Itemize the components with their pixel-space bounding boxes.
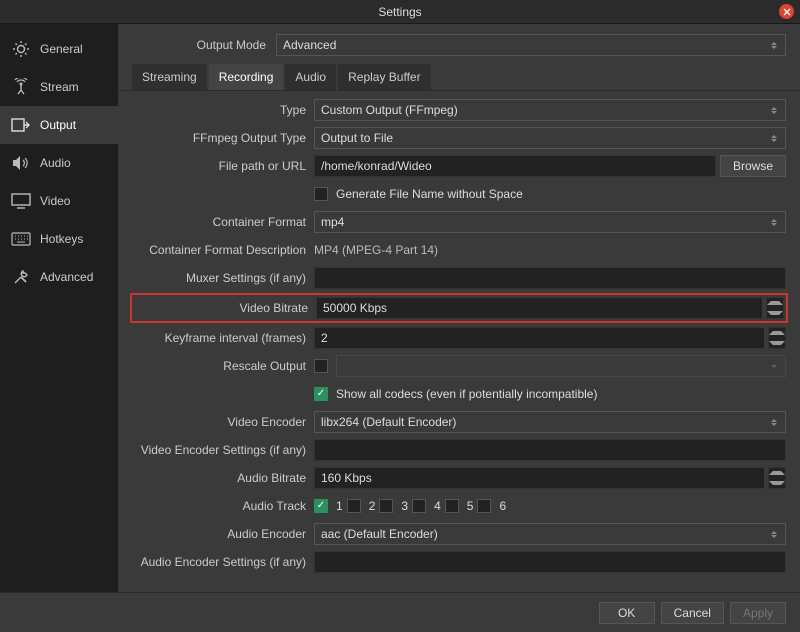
gear-icon bbox=[10, 40, 32, 58]
show-all-codecs-checkbox[interactable] bbox=[314, 387, 328, 401]
gen-filename-label: Generate File Name without Space bbox=[336, 187, 523, 201]
video-encoder-label: Video Encoder bbox=[132, 415, 314, 429]
apply-button: Apply bbox=[730, 602, 786, 624]
sidebar: General Stream Output Audio Video Hotkey… bbox=[0, 24, 118, 592]
audio-track-6-checkbox[interactable] bbox=[477, 499, 491, 513]
rescale-checkbox[interactable] bbox=[314, 359, 328, 373]
file-path-label: File path or URL bbox=[132, 159, 314, 173]
show-all-codecs-label: Show all codecs (even if potentially inc… bbox=[336, 387, 597, 401]
video-encoder-settings-label: Video Encoder Settings (if any) bbox=[132, 443, 314, 457]
ffmpeg-type-label: FFmpeg Output Type bbox=[132, 131, 314, 145]
main-panel: Output Mode Advanced Streaming Recording… bbox=[118, 24, 800, 592]
audio-encoder-settings-label: Audio Encoder Settings (if any) bbox=[132, 555, 314, 569]
monitor-icon bbox=[10, 192, 32, 210]
output-tabs: Streaming Recording Audio Replay Buffer bbox=[118, 64, 800, 91]
sidebar-item-label: Audio bbox=[40, 156, 71, 170]
ffmpeg-type-dropdown[interactable]: Output to File bbox=[314, 127, 786, 149]
video-encoder-dropdown[interactable]: libx264 (Default Encoder) bbox=[314, 411, 786, 433]
audio-track-5-checkbox[interactable] bbox=[445, 499, 459, 513]
video-encoder-settings-input[interactable] bbox=[314, 439, 786, 461]
gen-filename-checkbox[interactable] bbox=[314, 187, 328, 201]
container-desc-value: MP4 (MPEG-4 Part 14) bbox=[314, 243, 438, 257]
broadcast-icon bbox=[10, 78, 32, 96]
audio-bitrate-input[interactable]: 160 Kbps bbox=[314, 467, 764, 489]
rescale-label: Rescale Output bbox=[132, 359, 314, 373]
audio-encoder-dropdown[interactable]: aac (Default Encoder) bbox=[314, 523, 786, 545]
video-bitrate-input[interactable]: 50000 Kbps bbox=[316, 297, 762, 319]
keyframe-label: Keyframe interval (frames) bbox=[132, 331, 314, 345]
sidebar-item-label: Hotkeys bbox=[40, 232, 83, 246]
sidebar-item-label: General bbox=[40, 42, 83, 56]
footer: OK Cancel Apply bbox=[0, 592, 800, 632]
muxer-input[interactable] bbox=[314, 267, 786, 289]
output-mode-dropdown[interactable]: Advanced bbox=[276, 34, 786, 56]
type-label: Type bbox=[132, 103, 314, 117]
keyboard-icon bbox=[10, 230, 32, 248]
tab-audio[interactable]: Audio bbox=[285, 64, 336, 90]
muxer-label: Muxer Settings (if any) bbox=[132, 271, 314, 285]
audio-encoder-settings-input[interactable] bbox=[314, 551, 786, 573]
audio-track-1-checkbox[interactable] bbox=[314, 499, 328, 513]
video-bitrate-spinner[interactable] bbox=[766, 297, 784, 319]
audio-encoder-label: Audio Encoder bbox=[132, 527, 314, 541]
output-icon bbox=[10, 116, 32, 134]
video-bitrate-label: Video Bitrate bbox=[134, 301, 316, 315]
sidebar-item-advanced[interactable]: Advanced bbox=[0, 258, 118, 296]
sidebar-item-label: Advanced bbox=[40, 270, 93, 284]
tab-replay-buffer[interactable]: Replay Buffer bbox=[338, 64, 431, 90]
audio-track-4-checkbox[interactable] bbox=[412, 499, 426, 513]
file-path-input[interactable]: /home/konrad/Wideo bbox=[314, 155, 716, 177]
sidebar-item-stream[interactable]: Stream bbox=[0, 68, 118, 106]
audio-track-label: Audio Track bbox=[132, 499, 314, 513]
tab-recording[interactable]: Recording bbox=[209, 64, 284, 90]
sidebar-item-audio[interactable]: Audio bbox=[0, 144, 118, 182]
sidebar-item-label: Stream bbox=[40, 80, 79, 94]
audio-bitrate-label: Audio Bitrate bbox=[132, 471, 314, 485]
sidebar-item-hotkeys[interactable]: Hotkeys bbox=[0, 220, 118, 258]
close-button[interactable] bbox=[779, 4, 794, 19]
sidebar-item-general[interactable]: General bbox=[0, 30, 118, 68]
sidebar-item-label: Output bbox=[40, 118, 76, 132]
window-title: Settings bbox=[378, 5, 421, 19]
keyframe-spinner[interactable] bbox=[768, 327, 786, 349]
sidebar-item-label: Video bbox=[40, 194, 70, 208]
speaker-icon bbox=[10, 154, 32, 172]
audio-bitrate-spinner[interactable] bbox=[768, 467, 786, 489]
browse-button[interactable]: Browse bbox=[720, 155, 786, 177]
titlebar: Settings bbox=[0, 0, 800, 24]
type-dropdown[interactable]: Custom Output (FFmpeg) bbox=[314, 99, 786, 121]
sidebar-item-video[interactable]: Video bbox=[0, 182, 118, 220]
sidebar-item-output[interactable]: Output bbox=[0, 106, 118, 144]
rescale-dropdown bbox=[336, 355, 786, 377]
audio-track-2-checkbox[interactable] bbox=[347, 499, 361, 513]
audio-track-3-checkbox[interactable] bbox=[379, 499, 393, 513]
container-dropdown[interactable]: mp4 bbox=[314, 211, 786, 233]
tab-streaming[interactable]: Streaming bbox=[132, 64, 207, 90]
keyframe-input[interactable]: 2 bbox=[314, 327, 764, 349]
chevron-updown-icon bbox=[769, 42, 779, 49]
tools-icon bbox=[10, 268, 32, 286]
container-label: Container Format bbox=[132, 215, 314, 229]
ok-button[interactable]: OK bbox=[599, 602, 655, 624]
output-mode-label: Output Mode bbox=[132, 38, 276, 52]
container-desc-label: Container Format Description bbox=[132, 243, 314, 257]
cancel-button[interactable]: Cancel bbox=[661, 602, 724, 624]
